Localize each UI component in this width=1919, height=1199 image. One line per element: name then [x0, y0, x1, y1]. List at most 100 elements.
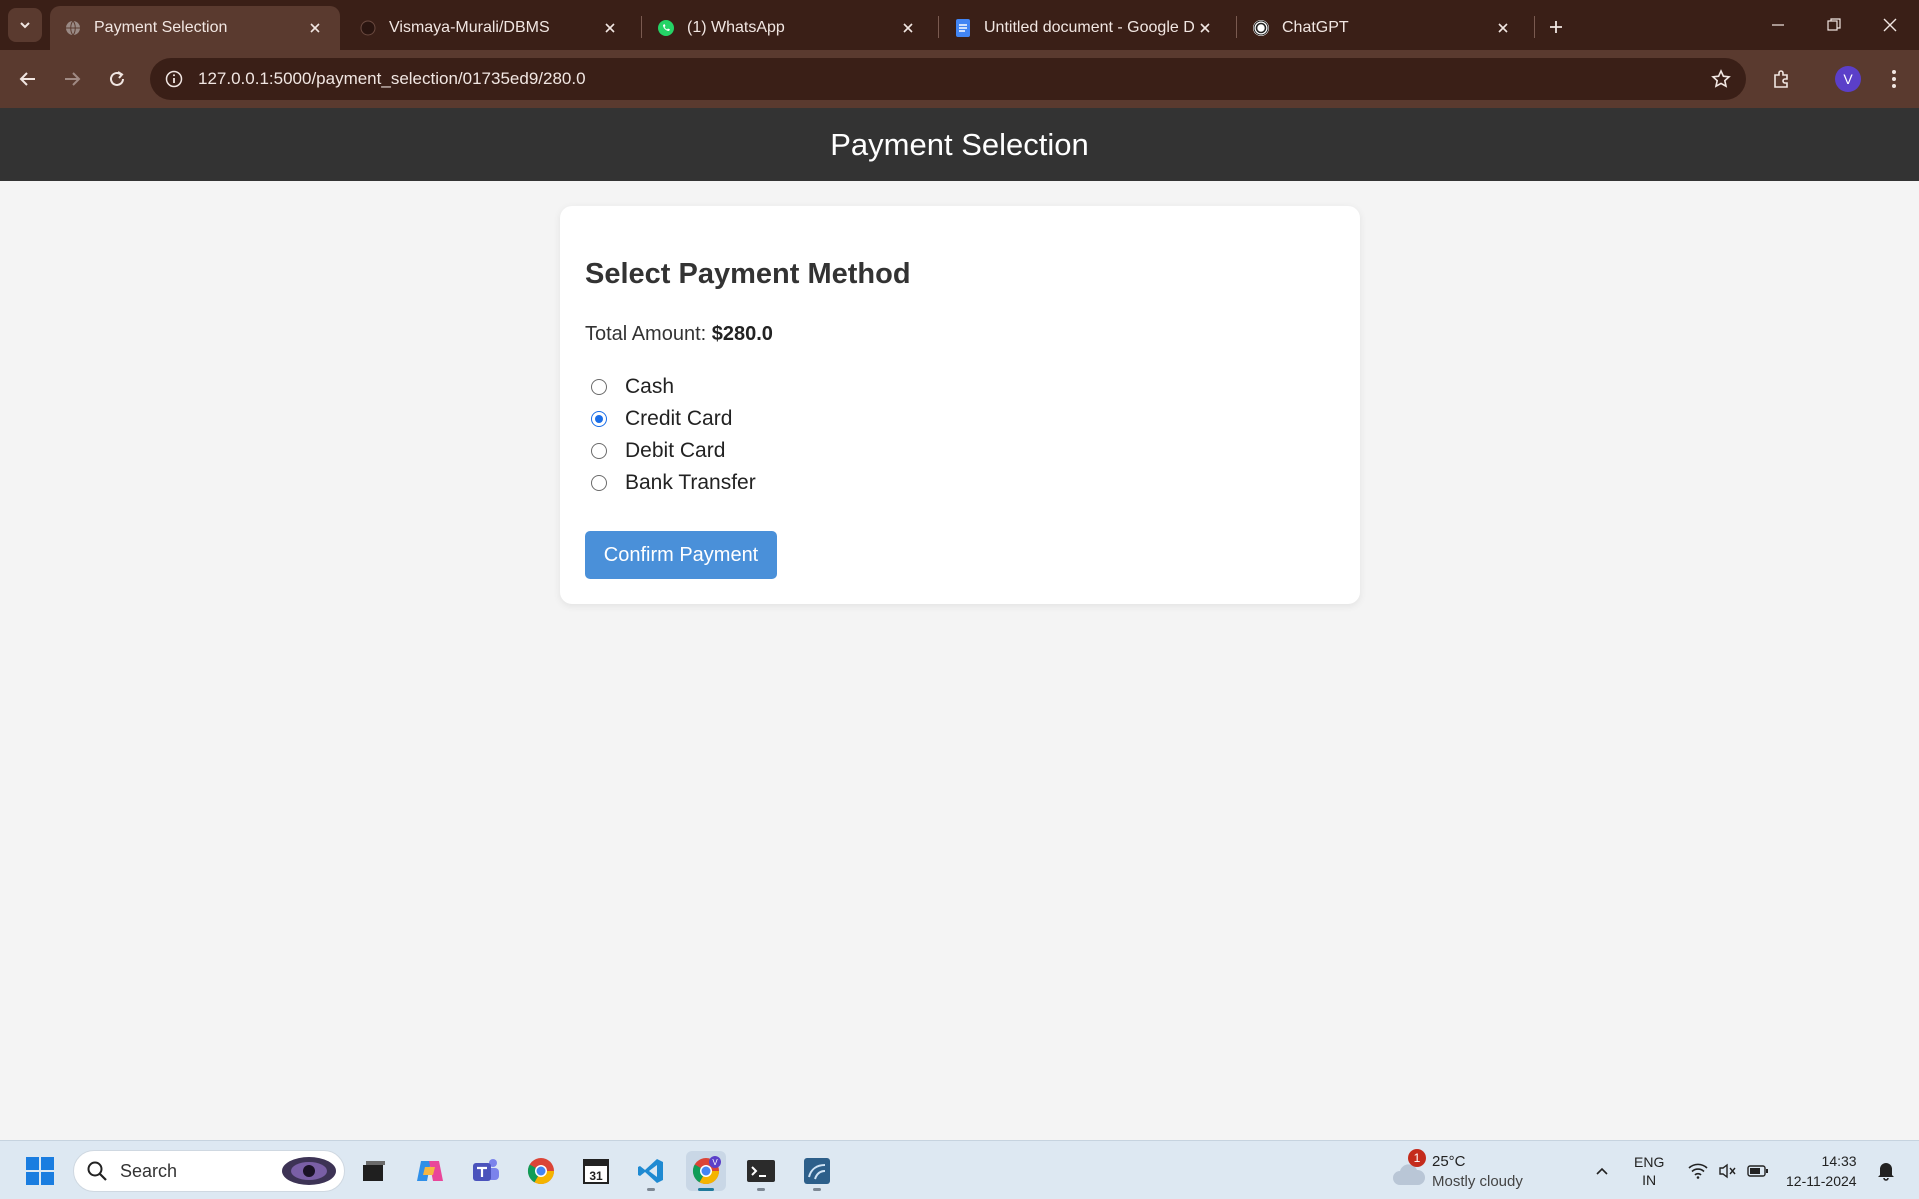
wifi-icon[interactable]	[1686, 1159, 1710, 1183]
tab-whatsapp[interactable]: (1) WhatsApp	[643, 6, 933, 50]
total-value: $280.0	[711, 323, 773, 345]
taskbar-teams[interactable]	[466, 1151, 506, 1191]
weather-condition: Mostly cloudy	[1432, 1173, 1523, 1190]
clock[interactable]: 14:33 12-11-2024	[1786, 1151, 1857, 1191]
radio-bank-transfer[interactable]	[591, 475, 607, 491]
google-docs-icon	[954, 19, 972, 37]
whatsapp-icon	[657, 19, 675, 37]
payment-option-bank-transfer[interactable]: Bank Transfer	[585, 467, 756, 499]
search-icon	[87, 1161, 107, 1181]
minimize-button[interactable]	[1758, 8, 1798, 42]
taskbar-calendar[interactable]: 31	[576, 1151, 616, 1191]
close-window-button[interactable]	[1870, 8, 1910, 42]
chrome-icon	[527, 1158, 555, 1185]
taskbar-vscode[interactable]	[631, 1151, 671, 1191]
tab-divider	[1236, 16, 1237, 38]
restore-button[interactable]	[1814, 8, 1854, 42]
radio-credit-card[interactable]	[591, 411, 607, 427]
teams-icon	[473, 1159, 499, 1181]
running-indicator	[757, 1188, 765, 1191]
close-icon[interactable]	[599, 17, 621, 39]
kebab-menu-icon	[1892, 70, 1896, 88]
option-label: Cash	[625, 375, 675, 398]
payment-option-debit-card[interactable]: Debit Card	[585, 435, 756, 467]
puzzle-icon	[1774, 70, 1788, 88]
close-icon[interactable]	[304, 17, 326, 39]
site-info-icon[interactable]	[154, 58, 194, 100]
option-label: Debit Card	[625, 439, 726, 462]
address-bar[interactable]: 127.0.0.1:5000/payment_selection/01735ed…	[150, 58, 1746, 100]
date: 12-11-2024	[1786, 1173, 1857, 1189]
close-icon[interactable]	[897, 17, 919, 39]
close-icon[interactable]	[1492, 17, 1514, 39]
tab-google-docs[interactable]: Untitled document - Google Docs	[940, 6, 1230, 50]
total-label: Total Amount:	[585, 323, 707, 345]
page-title: Payment Selection	[830, 126, 1089, 162]
close-icon[interactable]	[1194, 17, 1216, 39]
tab-divider	[1534, 16, 1535, 38]
weather-widget[interactable]: 1 25°C Mostly cloudy	[1392, 1149, 1542, 1193]
taskbar-copilot[interactable]	[410, 1151, 450, 1191]
minimize-icon	[1772, 24, 1784, 26]
running-indicator	[813, 1188, 821, 1191]
task-view-icon	[363, 1161, 385, 1181]
show-hidden-icons-button[interactable]	[1590, 1159, 1614, 1183]
tab-search-button[interactable]	[8, 8, 42, 42]
calendar-icon: 31	[583, 1159, 609, 1184]
bookmark-star-icon[interactable]	[1700, 58, 1742, 100]
new-tab-button[interactable]	[1542, 13, 1570, 41]
tab-chatgpt[interactable]: ChatGPT	[1238, 6, 1528, 50]
copilot-icon	[417, 1161, 443, 1181]
close-icon	[1883, 18, 1897, 32]
github-icon	[359, 19, 377, 37]
payment-option-credit-card[interactable]: Credit Card	[585, 403, 756, 435]
taskbar-search[interactable]: Search	[73, 1150, 345, 1192]
time: 14:33	[1821, 1153, 1857, 1169]
confirm-payment-button[interactable]: Confirm Payment	[585, 531, 777, 579]
volume-muted-icon[interactable]	[1716, 1159, 1740, 1183]
taskbar: Search 31 V 1 25°C Mostly cloudy ENG IN …	[0, 1140, 1919, 1199]
windows-logo-icon	[26, 1157, 54, 1185]
language-code: ENG	[1634, 1154, 1665, 1170]
browser-toolbar: 127.0.0.1:5000/payment_selection/01735ed…	[0, 50, 1919, 108]
payment-card: Select Payment Method Total Amount: $280…	[560, 206, 1360, 604]
radio-debit-card[interactable]	[591, 443, 607, 459]
taskbar-task-view[interactable]	[354, 1151, 394, 1191]
tab-title: (1) WhatsApp	[687, 19, 785, 36]
notification-bell-icon[interactable]	[1874, 1159, 1898, 1183]
taskbar-chrome[interactable]	[521, 1151, 561, 1191]
arrow-left-icon	[19, 72, 35, 86]
battery-icon[interactable]	[1746, 1159, 1770, 1183]
radio-cash[interactable]	[591, 379, 607, 395]
payment-option-cash[interactable]: Cash	[585, 371, 756, 403]
region-code: IN	[1642, 1172, 1657, 1188]
tab-github[interactable]: Vismaya-Murali/DBMS	[345, 6, 635, 50]
chevron-down-icon	[20, 22, 30, 29]
profile-button[interactable]: V	[1832, 63, 1864, 95]
search-label: Search	[120, 1160, 178, 1181]
globe-icon	[64, 19, 82, 37]
reload-button[interactable]	[101, 63, 133, 95]
running-indicator	[698, 1188, 714, 1191]
back-button[interactable]	[12, 63, 44, 95]
tab-divider	[641, 16, 642, 38]
terminal-icon	[747, 1160, 775, 1182]
avatar: V	[1835, 66, 1861, 92]
taskbar-mysql-workbench[interactable]	[797, 1151, 837, 1191]
language-indicator[interactable]: ENG IN	[1634, 1153, 1664, 1189]
card-title: Select Payment Method	[585, 258, 911, 290]
notification-badge: 1	[1408, 1149, 1426, 1167]
start-button[interactable]	[20, 1151, 60, 1191]
taskbar-terminal[interactable]	[741, 1151, 781, 1191]
taskbar-chrome-profile[interactable]: V	[686, 1151, 726, 1191]
tab-title: Vismaya-Murali/DBMS	[389, 19, 550, 36]
arrow-right-icon	[65, 72, 81, 86]
tab-title: Untitled document - Google Docs	[984, 19, 1194, 36]
menu-button[interactable]	[1878, 63, 1910, 95]
option-label: Bank Transfer	[625, 471, 756, 494]
extensions-button[interactable]	[1765, 63, 1797, 95]
plus-icon	[1550, 21, 1562, 33]
url-text[interactable]: 127.0.0.1:5000/payment_selection/01735ed…	[198, 69, 1700, 89]
forward-button[interactable]	[56, 63, 88, 95]
tab-payment-selection[interactable]: Payment Selection	[50, 6, 340, 50]
